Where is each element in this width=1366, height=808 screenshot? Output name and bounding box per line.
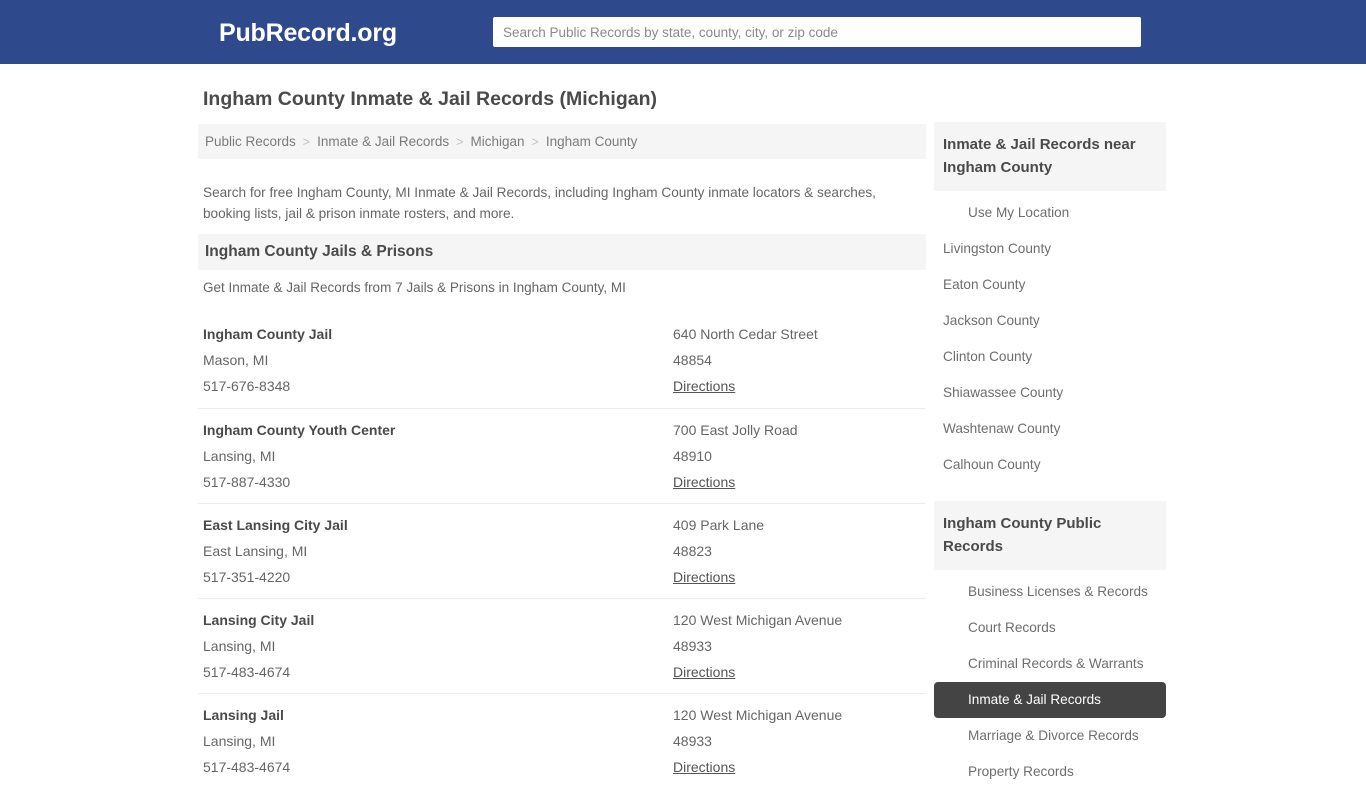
sidebar-item-jackson-county[interactable]: Jackson County (934, 303, 1166, 339)
breadcrumb-item-public-records[interactable]: Public Records (205, 134, 296, 149)
sidebar-item-marriage-and-divorce-records[interactable]: Marriage & Divorce Records (934, 718, 1166, 754)
sidebar-panel-list: Use My Location Livingston County Eaton Co… (934, 191, 1166, 483)
listing-left-column: East Lansing City Jail East Lansing, MI 51… (203, 512, 643, 590)
site-header: PubRecord.org (0, 0, 1366, 64)
listing-address: 700 East Jolly Road (673, 422, 798, 438)
directions-link[interactable]: Directions (673, 474, 735, 490)
listing-left-column: Ingham County Youth Center Lansing, MI 517… (203, 417, 643, 495)
listing-address: 120 West Michigan Avenue (673, 612, 843, 628)
sidebar-item-eaton-county[interactable]: Eaton County (934, 267, 1166, 303)
sidebar-item-business-licenses-and-records[interactable]: Business Licenses & Records (934, 574, 1166, 610)
listing-zip: 48933 (673, 638, 712, 654)
directions-link[interactable]: Directions (673, 664, 735, 680)
page-title: Ingham County Inmate & Jail Records (Mic… (203, 88, 657, 110)
table-row: Ingham County Jail Mason, MI 517-676-8348 6… (198, 313, 926, 408)
sidebar-panel-title: Inmate & Jail Records near Ingham County (934, 122, 1166, 191)
table-row: Lansing City Jail Lansing, MI 517-483-4674… (198, 598, 926, 693)
table-row: Ingham County Youth Center Lansing, MI 517… (198, 408, 926, 503)
listing-address: 409 Park Lane (673, 517, 765, 533)
table-row: East Lansing City Jail East Lansing, MI 51… (198, 503, 926, 598)
listing-phone: 517-676-8348 (203, 378, 291, 394)
listing-right-column: 640 North Cedar Street 48854 Directions (673, 321, 923, 399)
listing-phone: 517-483-4674 (203, 664, 291, 680)
sidebar-panel-list: Business Licenses & Records Court Records… (934, 570, 1166, 790)
directions-link[interactable]: Directions (673, 759, 735, 775)
breadcrumb-item-ingham-county[interactable]: Ingham County (546, 134, 638, 149)
listing-city: East Lansing, MI (203, 543, 308, 559)
listing-right-column: 409 Park Lane 48823 Directions (673, 512, 923, 590)
listing-left-column: Lansing Jail Lansing, MI 517-483-4674 (203, 702, 643, 780)
sidebar-item-inmate-and-jail-records[interactable]: Inmate & Jail Records (934, 682, 1166, 718)
listing-right-column: 700 East Jolly Road 48910 Directions (673, 417, 923, 495)
listing-zip: 48854 (673, 352, 712, 368)
listing-name[interactable]: Ingham County Jail (203, 321, 643, 347)
listing-city: Lansing, MI (203, 448, 276, 464)
listing-right-column: 120 West Michigan Avenue 48933 Directions (673, 607, 923, 685)
sidebar-item-shiawassee-county[interactable]: Shiawassee County (934, 375, 1166, 411)
listing-zip: 48910 (673, 448, 712, 464)
jail-listings: Ingham County Jail Mason, MI 517-676-8348 6… (198, 313, 926, 788)
site-logo[interactable]: PubRecord.org (219, 19, 397, 48)
sidebar-item-use-my-location[interactable]: Use My Location (934, 195, 1166, 231)
listing-left-column: Ingham County Jail Mason, MI 517-676-8348 (203, 321, 643, 399)
listing-city: Mason, MI (203, 352, 269, 368)
section-header-jails-prisons: Ingham County Jails & Prisons (198, 234, 926, 270)
listing-right-column: 120 West Michigan Avenue 48933 Directions (673, 702, 923, 780)
breadcrumb-separator-icon: > (531, 134, 539, 149)
sidebar-panel: Ingham County Public Records Business Lic… (934, 501, 1166, 790)
listing-city: Lansing, MI (203, 638, 276, 654)
directions-link[interactable]: Directions (673, 569, 735, 585)
listing-address: 640 North Cedar Street (673, 326, 818, 342)
listing-city: Lansing, MI (203, 733, 276, 749)
search-input[interactable] (493, 17, 1141, 47)
listing-address: 120 West Michigan Avenue (673, 707, 843, 723)
sidebar-item-livingston-county[interactable]: Livingston County (934, 231, 1166, 267)
breadcrumb: Public Records > Inmate & Jail Records >… (198, 124, 926, 159)
listing-name[interactable]: Lansing City Jail (203, 607, 643, 633)
page-intro-text: Search for free Ingham County, MI Inmate… (203, 184, 876, 221)
page-body: Ingham County Inmate & Jail Records (Mic… (0, 64, 1366, 779)
sidebar-item-court-records[interactable]: Court Records (934, 610, 1166, 646)
listing-name[interactable]: Lansing Jail (203, 702, 643, 728)
sidebar-panel: Inmate & Jail Records near Ingham County… (934, 122, 1166, 483)
sidebar-item-property-records[interactable]: Property Records (934, 754, 1166, 790)
sidebar-item-clinton-county[interactable]: Clinton County (934, 339, 1166, 375)
listing-name[interactable]: East Lansing City Jail (203, 512, 643, 538)
listing-zip: 48933 (673, 733, 712, 749)
breadcrumb-separator-icon: > (456, 134, 464, 149)
directions-link[interactable]: Directions (673, 378, 735, 394)
section-subtitle: Get Inmate & Jail Records from 7 Jails &… (203, 280, 626, 295)
breadcrumb-item-inmate-jail-records[interactable]: Inmate & Jail Records (317, 134, 449, 149)
sidebar-item-calhoun-county[interactable]: Calhoun County (934, 447, 1166, 483)
listing-left-column: Lansing City Jail Lansing, MI 517-483-4674 (203, 607, 643, 685)
sidebar: Inmate & Jail Records near Ingham County… (934, 122, 1166, 808)
sidebar-panel-title: Ingham County Public Records (934, 501, 1166, 570)
table-row: Lansing Jail Lansing, MI 517-483-4674 120 W… (198, 693, 926, 788)
listing-zip: 48823 (673, 543, 712, 559)
listing-phone: 517-483-4674 (203, 759, 291, 775)
sidebar-item-criminal-records-and-warrants[interactable]: Criminal Records & Warrants (934, 646, 1166, 682)
listing-phone: 517-887-4330 (203, 474, 291, 490)
sidebar-item-washtenaw-county[interactable]: Washtenaw County (934, 411, 1166, 447)
breadcrumb-separator-icon: > (302, 134, 311, 149)
listing-name[interactable]: Ingham County Youth Center (203, 417, 643, 443)
breadcrumb-item-michigan[interactable]: Michigan (470, 134, 524, 149)
listing-phone: 517-351-4220 (203, 569, 291, 585)
